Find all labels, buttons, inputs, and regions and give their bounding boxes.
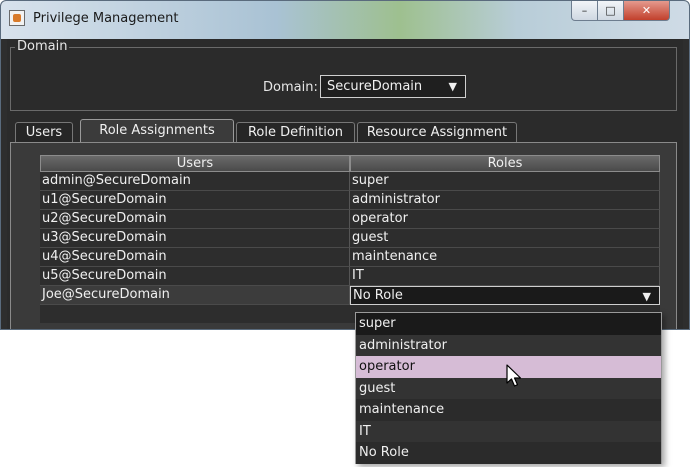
domain-group: Domain Domain: SecureDomain ▼ [10,39,677,111]
table-row[interactable]: u3@SecureDomain guest [40,229,660,248]
role-cell[interactable]: maintenance [350,248,660,267]
user-cell[interactable]: u3@SecureDomain [40,229,350,248]
role-assignments-table: Users Roles admin@SecureDomain super u1@… [40,155,660,323]
table-row[interactable]: u4@SecureDomain maintenance [40,248,660,267]
java-app-icon [9,10,25,26]
table-row-editing[interactable]: Joe@SecureDomain No Role ▼ [40,286,660,305]
user-cell[interactable]: u4@SecureDomain [40,248,350,267]
role-dropdown-list[interactable]: super administrator operator guest maint… [355,312,662,464]
tab-users[interactable]: Users [15,122,73,142]
maximize-icon: □ [605,4,616,17]
close-icon: ✕ [641,4,652,17]
role-option-administrator[interactable]: administrator [356,334,661,356]
table-row[interactable]: u1@SecureDomain administrator [40,191,660,210]
column-header-roles[interactable]: Roles [350,155,660,172]
role-option-maintenance[interactable]: maintenance [356,399,661,421]
user-cell[interactable]: admin@SecureDomain [40,172,350,191]
minimize-icon: – [581,4,588,17]
role-cell[interactable]: administrator [350,191,660,210]
user-cell[interactable]: Joe@SecureDomain [40,286,350,305]
minimize-button[interactable]: – [571,1,598,21]
role-combo-box[interactable]: No Role ▼ [350,286,660,305]
table-row[interactable]: u5@SecureDomain IT [40,267,660,286]
mouse-pointer-icon [506,364,522,387]
domain-select[interactable]: SecureDomain ▼ [320,75,466,98]
role-option-super[interactable]: super [356,313,661,335]
user-cell[interactable]: u5@SecureDomain [40,267,350,286]
window-title: Privilege Management [33,11,179,26]
window-content: Domain Domain: SecureDomain ▼ Users Role… [7,39,683,329]
domain-label: Domain: [263,80,318,95]
role-assignments-panel: Users Roles admin@SecureDomain super u1@… [10,142,677,329]
table-row[interactable]: u2@SecureDomain operator [40,210,660,229]
role-cell[interactable]: IT [350,267,660,286]
role-option-no-role[interactable]: No Role [356,442,661,464]
user-cell[interactable]: u1@SecureDomain [40,191,350,210]
column-header-users[interactable]: Users [40,155,350,172]
tab-role-definition[interactable]: Role Definition [236,122,355,142]
role-cell[interactable]: operator [350,210,660,229]
dropdown-arrow-icon[interactable]: ▼ [643,288,651,305]
role-cell[interactable]: super [350,172,660,191]
user-cell[interactable]: u2@SecureDomain [40,210,350,229]
role-cell[interactable]: guest [350,229,660,248]
role-option-it[interactable]: IT [356,420,661,442]
maximize-button[interactable]: □ [597,1,624,21]
table-row[interactable]: admin@SecureDomain super [40,172,660,191]
title-bar[interactable]: Privilege Management – □ ✕ [1,1,689,39]
domain-select-value: SecureDomain [327,79,423,94]
dropdown-arrow-icon: ▼ [448,80,457,93]
role-combo-value: No Role [353,288,403,303]
tab-role-assignments[interactable]: Role Assignments [80,119,234,143]
close-button[interactable]: ✕ [623,1,670,21]
tab-resource-assignment[interactable]: Resource Assignment [357,122,517,142]
table-header: Users Roles [40,155,660,172]
domain-group-title: Domain [15,39,70,54]
privilege-management-window: Privilege Management – □ ✕ Domain Domain… [0,0,690,330]
